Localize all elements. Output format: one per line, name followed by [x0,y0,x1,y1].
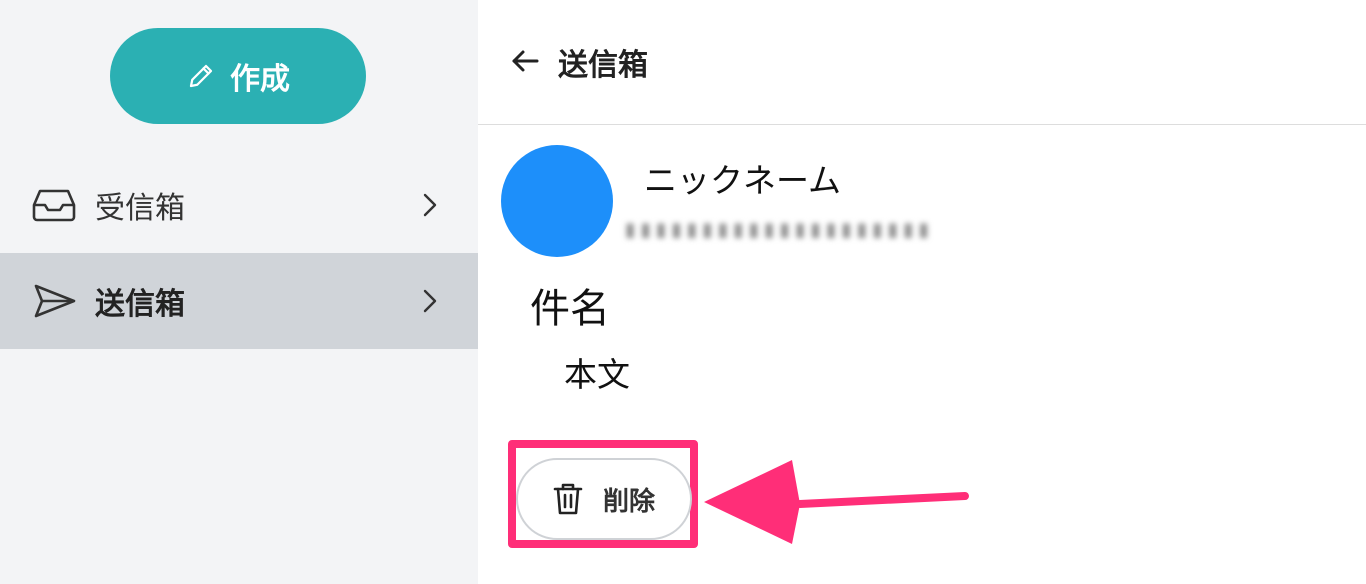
sidebar-item-inbox[interactable]: 受信箱 [0,157,478,253]
message-subject: 件名 [530,286,610,332]
message-view: 送信箱 ニックネーム ▮▮▮▮▮▮▮▮▮▮▮▮▮▮▮▮▮▮▮▮ 件名 本文 削除 [478,0,1366,584]
page-title: 送信箱 [558,48,648,83]
chevron-right-icon [423,289,437,313]
sidebar-item-label: 送信箱 [95,287,185,322]
message-header: 送信箱 [478,0,1366,125]
trash-icon [553,483,583,515]
chevron-right-icon [423,193,437,217]
back-arrow-icon[interactable] [508,44,542,78]
pointer-arrow [704,460,969,544]
compose-button[interactable]: 作成 [110,28,366,124]
sender-email-redacted: ▮▮▮▮▮▮▮▮▮▮▮▮▮▮▮▮▮▮▮▮ [623,215,932,243]
avatar [501,145,613,257]
sidebar-item-sent[interactable]: 送信箱 [0,253,478,349]
message-body: 本文 [564,355,630,394]
sidebar: 作成 受信箱 送信箱 [0,0,478,584]
sidebar-item-label: 受信箱 [95,191,185,226]
pencil-icon [189,64,213,88]
delete-label: 削除 [602,486,655,517]
delete-button[interactable]: 削除 [516,458,692,540]
send-icon [34,284,76,318]
sender-name: ニックネーム [644,161,842,200]
compose-label: 作成 [230,62,290,97]
inbox-icon [32,189,76,222]
